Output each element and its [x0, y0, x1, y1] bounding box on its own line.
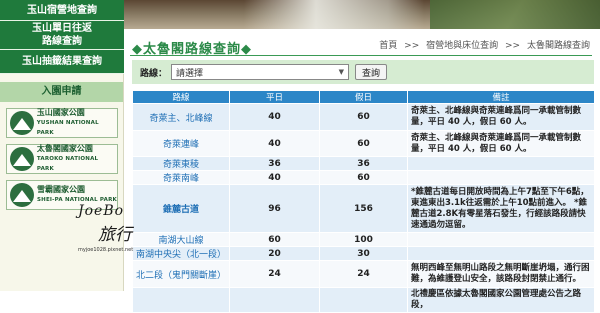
yushan-emblem-icon	[10, 111, 34, 135]
table-row: 南湖大山線 60 100	[132, 232, 595, 247]
park-name-en: TAROKO NATIONAL PARK	[36, 156, 99, 172]
weekday-quota: 60	[229, 232, 320, 247]
table-row: 奇萊南峰 40 60	[132, 170, 595, 185]
park-name-zh: 雪霸國家公園	[37, 185, 85, 194]
park-name-zh: 太魯閣國家公園	[36, 144, 93, 153]
weekday-quota: 96	[229, 184, 320, 233]
route-name[interactable]	[132, 287, 230, 313]
nav-yushan-campsite-query[interactable]: 玉山宿營地查詢	[0, 0, 124, 21]
sheipa-emblem-icon	[10, 183, 34, 207]
holiday-quota: 60	[319, 130, 408, 157]
holiday-quota: 100	[319, 232, 408, 247]
route-name[interactable]: 奇萊東稜	[132, 156, 230, 171]
watermark-line1: JoeBo	[78, 203, 125, 219]
route-note: 無明西峰至無明山路段之無明斷崖坍塌，通行困難，為維護登山安全，該路段封閉禁止通行…	[407, 260, 595, 288]
watermark-url: myjoe1028.pixnet.net	[78, 247, 134, 253]
weekday-quota: 40	[229, 130, 320, 157]
nav-label: 玉山單日往返 路線查詢	[32, 22, 92, 48]
route-label: 路線：	[140, 68, 168, 79]
title-divider	[130, 55, 592, 56]
route-note: *錐麓古道每日開放時間為上午7點至下午6點，東進東出3.1k往返需於上午10點前…	[407, 184, 595, 233]
nav-yushan-lottery-result-query[interactable]: 玉山抽籤結果查詢	[0, 50, 124, 74]
taroko-emblem-icon	[10, 147, 34, 171]
mountain-banner-image	[124, 0, 600, 29]
route-note	[407, 156, 595, 171]
nav-label-line2: 路線查詢	[42, 36, 82, 47]
watermark-line2: 旅行	[98, 225, 132, 245]
route-note	[407, 232, 595, 247]
route-select[interactable]: 請選擇 ▼	[171, 64, 350, 80]
nav-label-line1: 玉山單日往返	[32, 23, 92, 34]
park-name-zh: 玉山國家公園	[36, 108, 85, 117]
table-row: 奇萊連峰 40 60 奇萊主、北峰線與奇萊連峰爲同一承載管制數量，平日 40 人…	[132, 130, 595, 157]
weekday-quota: 40	[229, 170, 320, 185]
weekday-quota: 20	[229, 246, 320, 261]
query-button[interactable]: 查詢	[355, 64, 388, 80]
route-name[interactable]: 奇萊南峰	[132, 170, 230, 185]
route-name[interactable]: 奇萊連峰	[132, 130, 230, 157]
holiday-quota: 60	[319, 170, 408, 185]
nav-label: 玉山宿營地查詢	[27, 4, 97, 16]
taroko-park-link[interactable]: 太魯閣國家公園 TAROKO NATIONAL PARK	[6, 144, 118, 174]
breadcrumb-current: 太魯閣路線查詢	[526, 41, 590, 51]
park-entry-application[interactable]: 入園申請	[0, 82, 123, 102]
route-note: 奇萊主、北峰線與奇萊連峰爲同一承載管制數量，平日 40 人，假日 60 人。	[407, 130, 595, 157]
holiday-quota	[319, 287, 408, 313]
holiday-quota: 24	[319, 260, 408, 288]
nav-yushan-daytrip-route-query[interactable]: 玉山單日往返 路線查詢	[0, 21, 124, 50]
nav-label: 玉山抽籤結果查詢	[22, 56, 102, 67]
holiday-quota: 36	[319, 156, 408, 171]
search-panel: 路線： 請選擇 ▼ 查詢	[132, 60, 594, 84]
route-select-value: 請選擇	[176, 68, 204, 79]
route-note: 奇萊主、北峰線與奇萊連峰爲同一承載管制數量，平日 40 人，假日 60 人。	[407, 103, 595, 131]
route-name[interactable]: 奇萊主、北峰線	[132, 103, 230, 131]
table-row: 南湖中央尖（北一段） 20 30	[132, 246, 595, 261]
route-note	[407, 170, 595, 185]
breadcrumb-campsite-query[interactable]: 宿營地與床位查詢	[426, 41, 498, 51]
table-header-row: 路線 平日 假日 備註	[132, 90, 595, 104]
table-row: 北二段（鬼門關斷崖） 24 24 無明西峰至無明山路段之無明斷崖坍塌，通行困難，…	[132, 260, 595, 288]
weekday-quota	[229, 287, 320, 313]
yushan-park-link[interactable]: 玉山國家公園 YUSHAN NATIONAL PARK	[6, 108, 118, 138]
col-header-weekday: 平日	[229, 90, 320, 104]
table-row: 錐麓古道 96 156 *錐麓古道每日開放時間為上午7點至下午6點，東進東出3.…	[132, 184, 595, 233]
table-row: 奇萊主、北峰線 40 60 奇萊主、北峰線與奇萊連峰爲同一承載管制數量，平日 4…	[132, 103, 595, 131]
breadcrumb-separator: >>	[505, 41, 521, 51]
table-row: 奇萊東稜 36 36	[132, 156, 595, 171]
table-row: 北禮慶區依據太魯閣國家公園管理處公告之路段，	[132, 287, 595, 313]
weekday-quota: 24	[229, 260, 320, 288]
holiday-quota: 30	[319, 246, 408, 261]
col-header-holiday: 假日	[319, 90, 408, 104]
route-note: 北禮慶區依據太魯閣國家公園管理處公告之路段，	[407, 287, 595, 313]
col-header-note: 備註	[407, 90, 595, 104]
holiday-quota: 156	[319, 184, 408, 233]
park-name-en: YUSHAN NATIONAL PARK	[36, 120, 99, 136]
route-note	[407, 246, 595, 261]
watermark: JoeBo 旅行 myjoe1028.pixnet.net	[78, 203, 150, 253]
weekday-quota: 36	[229, 156, 320, 171]
breadcrumb: 首頁 >> 宿營地與床位查詢 >> 太魯閣路線查詢	[377, 38, 592, 51]
col-header-route: 路線	[132, 90, 230, 104]
holiday-quota: 60	[319, 103, 408, 131]
route-name[interactable]: 北二段（鬼門關斷崖）	[132, 260, 230, 288]
breadcrumb-home[interactable]: 首頁	[379, 41, 397, 51]
breadcrumb-separator: >>	[404, 41, 420, 51]
route-quota-table: 路線 平日 假日 備註 奇萊主、北峰線 40 60 奇萊主、北峰線與奇萊連峰爲同…	[132, 90, 595, 313]
weekday-quota: 40	[229, 103, 320, 131]
chevron-down-icon: ▼	[338, 68, 345, 76]
